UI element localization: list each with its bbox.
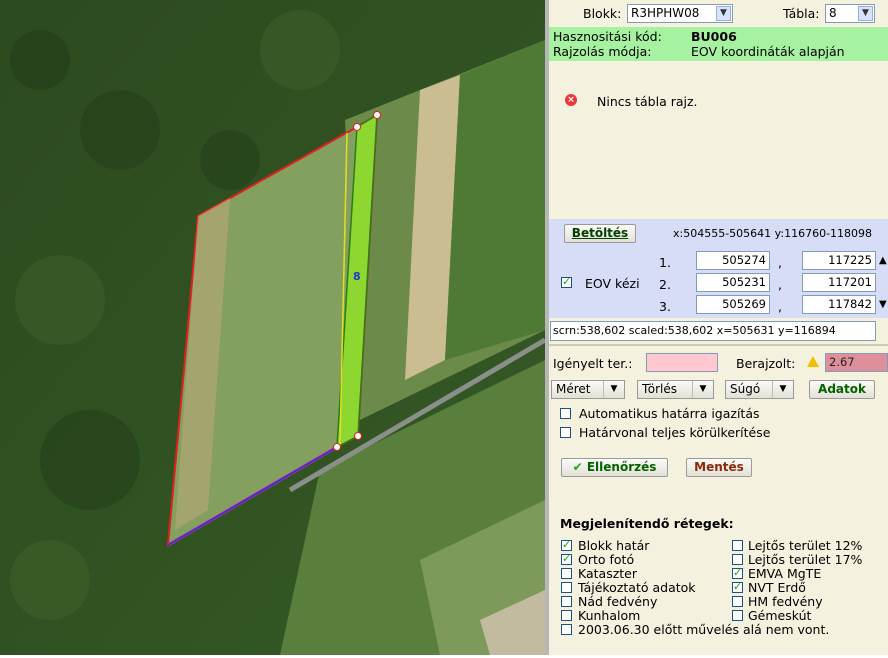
layer-label: Blokk határ xyxy=(578,538,650,553)
layer-checkbox-hm[interactable] xyxy=(732,596,743,607)
meret-label: Méret xyxy=(556,382,591,396)
chevron-down-icon: ▼ xyxy=(858,6,873,21)
berajzolt-value: 2.67 xyxy=(825,353,888,372)
auto-align-checkbox[interactable] xyxy=(560,408,571,419)
coord-separator: , xyxy=(778,299,782,314)
layer-label: Kunhalom xyxy=(578,608,641,623)
layer-label: Tájékoztató adatok xyxy=(578,580,696,595)
auto-align-label: Automatikus határra igazítás xyxy=(579,406,760,421)
torles-dropdown[interactable]: Törlés ▼ xyxy=(637,380,714,399)
coord-row-number: 1. xyxy=(659,255,671,270)
vertex-handle[interactable] xyxy=(354,432,362,440)
meret-dropdown[interactable]: Méret ▼ xyxy=(551,380,625,399)
vertex-handle[interactable] xyxy=(353,123,361,131)
layer-label: NVT Erdő xyxy=(748,580,806,595)
parcel-label: 8 xyxy=(353,270,361,283)
eov-manual-checkbox[interactable] xyxy=(561,275,572,288)
coord-x-input[interactable]: 505269 xyxy=(696,295,770,314)
tabla-select-value: 8 xyxy=(829,6,837,20)
full-fence-label: Határvonal teljes körülkerítése xyxy=(579,425,771,440)
layer-checkbox-gemeskut[interactable] xyxy=(732,610,743,621)
error-icon: × xyxy=(565,94,577,106)
tabla-label: Tábla: xyxy=(783,6,820,21)
check-icon: ✔ xyxy=(572,460,583,474)
layer-checkbox-lejtos-12[interactable] xyxy=(732,540,743,551)
vertex-handle[interactable] xyxy=(373,111,381,119)
coord-y-input[interactable]: 117225 xyxy=(802,251,876,270)
layer-checkbox-lejtos-17[interactable] xyxy=(732,554,743,565)
chevron-down-icon: ▼ xyxy=(772,381,793,398)
mentes-button[interactable]: Mentés xyxy=(686,458,752,477)
ellenorzes-label: Ellenőrzés xyxy=(586,460,657,474)
igenyelt-input[interactable] xyxy=(646,353,718,372)
scroll-up-icon[interactable]: ▲ xyxy=(879,255,887,266)
layer-checkbox-nvt-erdo[interactable] xyxy=(732,580,743,593)
layer-label: Lejtős terület 12% xyxy=(748,538,863,553)
layer-label: Lejtős terület 17% xyxy=(748,552,863,567)
eov-range: x:504555-505641 y:116760-118098 xyxy=(673,227,873,240)
vertex-handle[interactable] xyxy=(333,443,341,451)
layer-checkbox-tajekoztato[interactable] xyxy=(561,582,572,593)
layer-checkbox-kataszter[interactable] xyxy=(561,568,572,579)
chevron-down-icon: ▼ xyxy=(716,6,731,21)
layer-checkbox-kunhalom[interactable] xyxy=(561,610,572,621)
divider xyxy=(549,344,888,346)
berajzolt-label: Berajzolt: xyxy=(736,356,796,371)
layers-title: Megjelenítendő rétegek: xyxy=(560,516,734,531)
blokk-label: Blokk: xyxy=(583,6,622,21)
layer-label: Kataszter xyxy=(578,566,638,581)
full-fence-checkbox[interactable] xyxy=(560,427,571,438)
layer-checkbox-orto-foto[interactable] xyxy=(561,552,572,565)
message-text: Nincs tábla rajz. xyxy=(597,94,698,109)
chevron-down-icon: ▼ xyxy=(692,381,713,398)
side-panel: Blokk: R3HPHW08 ▼ Tábla: 8 ▼ Hasznositás… xyxy=(549,0,888,655)
chevron-down-icon: ▼ xyxy=(603,381,624,398)
adatok-button[interactable]: Adatok xyxy=(809,380,875,399)
layer-label: Nád fedvény xyxy=(578,594,658,609)
tabla-select[interactable]: 8 ▼ xyxy=(825,4,875,23)
rajzolas-value: EOV koordináták alapján xyxy=(691,44,845,59)
coord-x-input[interactable]: 505231 xyxy=(696,273,770,292)
coord-separator: , xyxy=(778,255,782,270)
coord-y-input[interactable]: 117842 xyxy=(802,295,876,314)
igenyelt-label: Igényelt ter.: xyxy=(553,356,633,371)
coord-row-number: 2. xyxy=(659,277,671,292)
blokk-select[interactable]: R3HPHW08 ▼ xyxy=(627,4,733,23)
scroll-down-icon[interactable]: ▼ xyxy=(879,299,887,310)
torles-label: Törlés xyxy=(642,382,678,396)
sugo-label: Súgó xyxy=(730,382,761,396)
layer-checkbox-2003[interactable] xyxy=(561,624,572,635)
info-box: Hasznositási kód: BU006 Rajzolás módja: … xyxy=(549,27,888,61)
warning-icon xyxy=(807,356,819,367)
status-line: scrn:538,602 scaled:538,602 x=505631 y=1… xyxy=(550,321,876,341)
orthophoto-map[interactable]: 8 xyxy=(0,0,547,655)
layer-label: EMVA MgTE xyxy=(748,566,822,581)
layer-checkbox-blokk-hatar[interactable] xyxy=(561,538,572,551)
rajzolas-label: Rajzolás módja: xyxy=(553,44,652,59)
coord-row-number: 3. xyxy=(659,299,671,314)
layer-label: Gémeskút xyxy=(748,608,812,623)
coord-x-input[interactable]: 505274 xyxy=(696,251,770,270)
hasznositasi-label: Hasznositási kód: xyxy=(553,29,662,44)
load-button[interactable]: Betöltés xyxy=(564,224,636,243)
layer-label: Orto fotó xyxy=(578,552,635,567)
layer-label: HM fedvény xyxy=(748,594,823,609)
eov-manual-label: EOV kézi xyxy=(585,276,640,291)
hasznositasi-value: BU006 xyxy=(691,29,737,44)
map-canvas[interactable]: 8 xyxy=(0,0,547,655)
layer-checkbox-nad[interactable] xyxy=(561,596,572,607)
ellenorzes-button[interactable]: ✔ Ellenőrzés xyxy=(561,458,668,477)
layer-label: 2003.06.30 előtt művelés alá nem vont. xyxy=(578,622,830,637)
eov-panel: Betöltés x:504555-505641 y:116760-118098… xyxy=(549,219,888,318)
blokk-select-value: R3HPHW08 xyxy=(631,6,700,20)
layer-checkbox-emva[interactable] xyxy=(732,566,743,579)
coord-separator: , xyxy=(778,277,782,292)
sugo-dropdown[interactable]: Súgó ▼ xyxy=(725,380,794,399)
coord-y-input[interactable]: 117201 xyxy=(802,273,876,292)
